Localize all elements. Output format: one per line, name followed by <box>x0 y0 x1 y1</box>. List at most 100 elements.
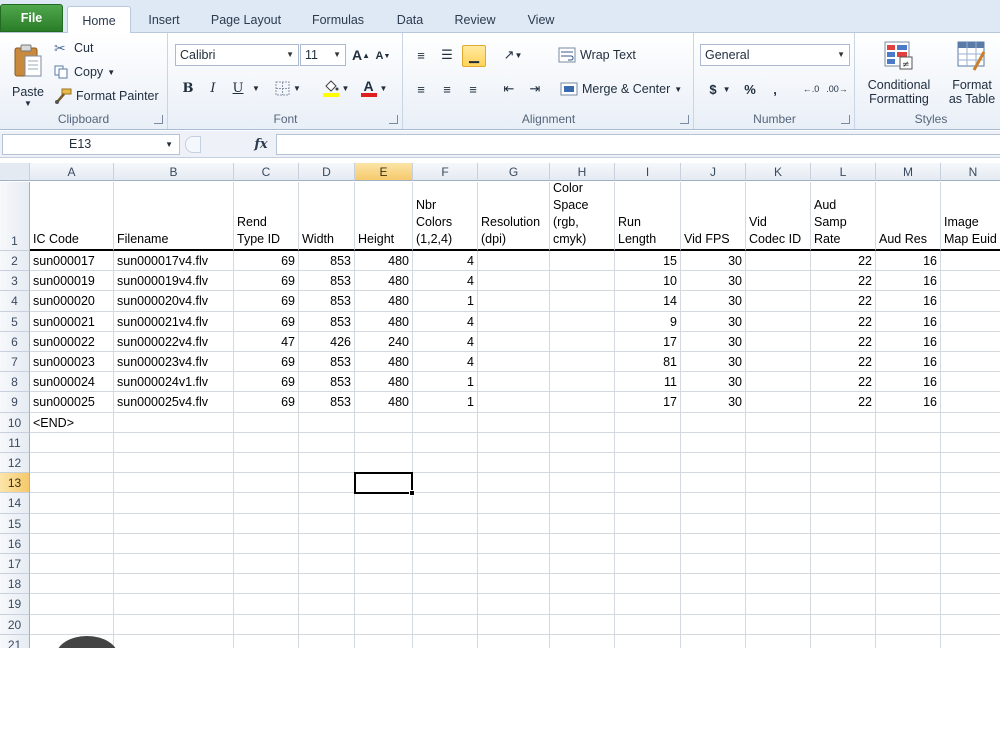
cell-f9[interactable]: 1 <box>413 392 478 413</box>
italic-button[interactable]: I <box>202 77 224 99</box>
cell-l11[interactable] <box>811 432 876 453</box>
cell-k5[interactable] <box>746 311 811 332</box>
cell-d12[interactable] <box>299 453 355 474</box>
header-cell-j[interactable]: Vid FPS <box>681 182 746 251</box>
cell-l10[interactable] <box>811 412 876 433</box>
tab-view[interactable]: View <box>516 6 566 33</box>
cell-b4[interactable]: sun000020v4.flv <box>114 291 234 312</box>
align-top-button[interactable]: ≡ <box>410 43 432 67</box>
cell-m8[interactable]: 16 <box>876 372 941 393</box>
cell-j20[interactable] <box>681 614 746 635</box>
cell-i17[interactable] <box>615 554 681 575</box>
cell-c11[interactable] <box>234 432 299 453</box>
cell-b6[interactable]: sun000022v4.flv <box>114 331 234 352</box>
cell-b7[interactable]: sun000023v4.flv <box>114 352 234 373</box>
cell-n2[interactable] <box>941 251 1000 272</box>
cell-n7[interactable] <box>941 352 1000 373</box>
header-cell-n[interactable]: Image Map Euid <box>941 182 1000 251</box>
cell-f11[interactable] <box>413 432 478 453</box>
cell-h13[interactable] <box>550 473 615 494</box>
row-header-5[interactable]: 5 <box>0 311 30 332</box>
cell-h12[interactable] <box>550 453 615 474</box>
cell-l20[interactable] <box>811 614 876 635</box>
cell-j14[interactable] <box>681 493 746 514</box>
column-header-h[interactable]: H <box>550 163 615 181</box>
cell-j5[interactable]: 30 <box>681 311 746 332</box>
cell-g2[interactable] <box>478 251 550 272</box>
tab-page-layout[interactable]: Page Layout <box>202 6 290 33</box>
cell-j15[interactable] <box>681 513 746 534</box>
row-header-20[interactable]: 20 <box>0 614 30 635</box>
row-header-10[interactable]: 10 <box>0 412 30 433</box>
row-header-6[interactable]: 6 <box>0 331 30 352</box>
cell-n19[interactable] <box>941 594 1000 615</box>
cell-e21[interactable] <box>355 634 413 648</box>
cell-a18[interactable] <box>30 574 114 595</box>
cell-f10[interactable] <box>413 412 478 433</box>
cell-k17[interactable] <box>746 554 811 575</box>
cell-a16[interactable] <box>30 533 114 554</box>
cell-m20[interactable] <box>876 614 941 635</box>
cell-f7[interactable]: 4 <box>413 352 478 373</box>
cell-k21[interactable] <box>746 634 811 648</box>
clipboard-launcher-icon[interactable] <box>154 115 163 124</box>
cell-f19[interactable] <box>413 594 478 615</box>
cell-g20[interactable] <box>478 614 550 635</box>
cell-a14[interactable] <box>30 493 114 514</box>
cell-i18[interactable] <box>615 574 681 595</box>
row-header-19[interactable]: 19 <box>0 594 30 615</box>
cell-g19[interactable] <box>478 594 550 615</box>
cell-g18[interactable] <box>478 574 550 595</box>
header-cell-a[interactable]: IC Code <box>30 182 114 251</box>
cell-m16[interactable] <box>876 533 941 554</box>
cell-g3[interactable] <box>478 271 550 292</box>
cell-m19[interactable] <box>876 594 941 615</box>
cell-l13[interactable] <box>811 473 876 494</box>
cell-m7[interactable]: 16 <box>876 352 941 373</box>
cell-l17[interactable] <box>811 554 876 575</box>
cell-j7[interactable]: 30 <box>681 352 746 373</box>
cell-h14[interactable] <box>550 493 615 514</box>
cell-f20[interactable] <box>413 614 478 635</box>
column-header-g[interactable]: G <box>478 163 550 181</box>
cell-a6[interactable]: sun000022 <box>30 331 114 352</box>
cell-k8[interactable] <box>746 372 811 393</box>
cell-k13[interactable] <box>746 473 811 494</box>
cell-k3[interactable] <box>746 271 811 292</box>
cell-d19[interactable] <box>299 594 355 615</box>
cell-i15[interactable] <box>615 513 681 534</box>
cell-i12[interactable] <box>615 453 681 474</box>
cell-l12[interactable] <box>811 453 876 474</box>
column-header-e[interactable]: E <box>355 163 413 181</box>
cell-n12[interactable] <box>941 453 1000 474</box>
cell-m13[interactable] <box>876 473 941 494</box>
cell-h5[interactable] <box>550 311 615 332</box>
cut-button[interactable]: ✂ Cut <box>54 38 93 58</box>
cell-a5[interactable]: sun000021 <box>30 311 114 332</box>
cell-m12[interactable] <box>876 453 941 474</box>
cell-h3[interactable] <box>550 271 615 292</box>
cell-k11[interactable] <box>746 432 811 453</box>
cell-c21[interactable] <box>234 634 299 648</box>
bold-button[interactable]: B <box>177 77 199 99</box>
paste-button[interactable]: Paste ▼ <box>8 37 48 113</box>
cell-i16[interactable] <box>615 533 681 554</box>
cell-b3[interactable]: sun000019v4.flv <box>114 271 234 292</box>
cell-m18[interactable] <box>876 574 941 595</box>
header-cell-i[interactable]: Run Length <box>615 182 681 251</box>
cell-n8[interactable] <box>941 372 1000 393</box>
cell-j18[interactable] <box>681 574 746 595</box>
row-header-8[interactable]: 8 <box>0 372 30 393</box>
cell-n4[interactable] <box>941 291 1000 312</box>
cell-h16[interactable] <box>550 533 615 554</box>
cell-h10[interactable] <box>550 412 615 433</box>
cell-c15[interactable] <box>234 513 299 534</box>
column-header-m[interactable]: M <box>876 163 941 181</box>
formula-bar-splitter[interactable] <box>185 136 201 153</box>
number-launcher-icon[interactable] <box>841 115 850 124</box>
cell-e2[interactable]: 480 <box>355 251 413 272</box>
cell-e20[interactable] <box>355 614 413 635</box>
cell-a15[interactable] <box>30 513 114 534</box>
cell-f8[interactable]: 1 <box>413 372 478 393</box>
cell-m11[interactable] <box>876 432 941 453</box>
